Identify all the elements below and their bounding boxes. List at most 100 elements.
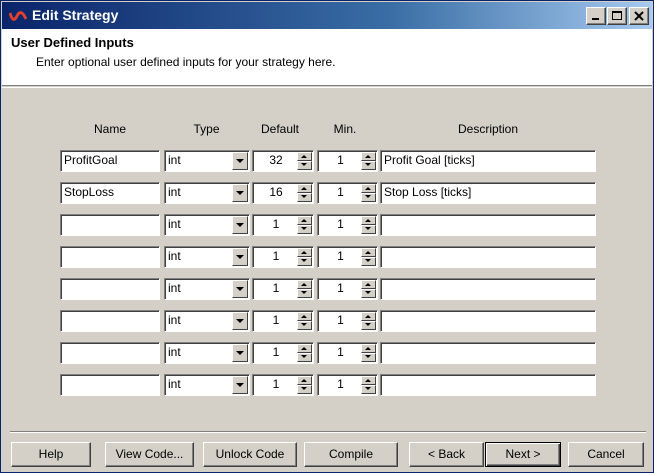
input-default-stepper[interactable]: 1 bbox=[252, 374, 314, 396]
input-description-field[interactable] bbox=[380, 342, 596, 364]
dropdown-arrow-button[interactable] bbox=[232, 344, 248, 362]
maximize-button[interactable] bbox=[607, 7, 627, 25]
decrement-button[interactable] bbox=[297, 385, 312, 394]
input-type-select[interactable]: int bbox=[164, 310, 250, 332]
input-name-field[interactable] bbox=[60, 278, 160, 300]
increment-button[interactable] bbox=[361, 344, 376, 353]
input-type-select[interactable]: int bbox=[164, 374, 250, 396]
increment-button[interactable] bbox=[297, 376, 312, 385]
close-button[interactable] bbox=[629, 7, 649, 25]
input-min-stepper[interactable]: 1 bbox=[317, 246, 378, 268]
default-value[interactable]: 32 bbox=[254, 150, 298, 172]
input-type-select[interactable]: int bbox=[164, 278, 250, 300]
dropdown-arrow-button[interactable] bbox=[232, 248, 248, 266]
min-value[interactable]: 1 bbox=[319, 214, 362, 236]
input-description-field[interactable] bbox=[380, 374, 596, 396]
increment-button[interactable] bbox=[361, 152, 376, 161]
compile-button[interactable]: Compile bbox=[304, 442, 398, 467]
decrement-button[interactable] bbox=[361, 289, 376, 298]
input-min-stepper[interactable]: 1 bbox=[317, 278, 378, 300]
increment-button[interactable] bbox=[297, 312, 312, 321]
increment-button[interactable] bbox=[361, 280, 376, 289]
input-min-stepper[interactable]: 1 bbox=[317, 150, 378, 172]
decrement-button[interactable] bbox=[361, 161, 376, 170]
input-description-field[interactable]: Stop Loss [ticks] bbox=[380, 182, 596, 204]
decrement-button[interactable] bbox=[361, 225, 376, 234]
decrement-button[interactable] bbox=[297, 161, 312, 170]
increment-button[interactable] bbox=[361, 216, 376, 225]
default-value[interactable]: 1 bbox=[254, 214, 298, 236]
min-value[interactable]: 1 bbox=[319, 278, 362, 300]
input-description-field[interactable] bbox=[380, 214, 596, 236]
input-default-stepper[interactable]: 1 bbox=[252, 246, 314, 268]
default-value[interactable]: 1 bbox=[254, 278, 298, 300]
input-name-field[interactable] bbox=[60, 342, 160, 364]
increment-button[interactable] bbox=[297, 184, 312, 193]
dropdown-arrow-button[interactable] bbox=[232, 312, 248, 330]
input-default-stepper[interactable]: 32 bbox=[252, 150, 314, 172]
decrement-button[interactable] bbox=[297, 193, 312, 202]
input-name-field[interactable] bbox=[60, 374, 160, 396]
input-type-select[interactable]: int bbox=[164, 342, 250, 364]
dropdown-arrow-button[interactable] bbox=[232, 184, 248, 202]
input-default-stepper[interactable]: 1 bbox=[252, 278, 314, 300]
decrement-button[interactable] bbox=[361, 353, 376, 362]
min-value[interactable]: 1 bbox=[319, 310, 362, 332]
title-bar[interactable]: Edit Strategy bbox=[2, 2, 652, 29]
default-value[interactable]: 1 bbox=[254, 310, 298, 332]
min-value[interactable]: 1 bbox=[319, 374, 362, 396]
decrement-button[interactable] bbox=[297, 353, 312, 362]
back-button[interactable]: < Back bbox=[409, 442, 484, 467]
input-name-field[interactable] bbox=[60, 214, 160, 236]
decrement-button[interactable] bbox=[297, 321, 312, 330]
input-type-select[interactable]: int bbox=[164, 150, 250, 172]
default-value[interactable]: 1 bbox=[254, 246, 298, 268]
dropdown-arrow-button[interactable] bbox=[232, 376, 248, 394]
input-type-select[interactable]: int bbox=[164, 214, 250, 236]
dropdown-arrow-button[interactable] bbox=[232, 280, 248, 298]
input-description-field[interactable] bbox=[380, 310, 596, 332]
input-name-field[interactable]: ProfitGoal bbox=[60, 150, 160, 172]
default-value[interactable]: 1 bbox=[254, 374, 298, 396]
help-button[interactable]: Help bbox=[11, 442, 91, 467]
input-default-stepper[interactable]: 1 bbox=[252, 310, 314, 332]
increment-button[interactable] bbox=[361, 184, 376, 193]
decrement-button[interactable] bbox=[297, 225, 312, 234]
unlock-code-button[interactable]: Unlock Code bbox=[203, 442, 297, 467]
input-description-field[interactable] bbox=[380, 246, 596, 268]
default-value[interactable]: 1 bbox=[254, 342, 298, 364]
increment-button[interactable] bbox=[297, 280, 312, 289]
input-name-field[interactable] bbox=[60, 310, 160, 332]
increment-button[interactable] bbox=[361, 248, 376, 257]
input-min-stepper[interactable]: 1 bbox=[317, 214, 378, 236]
increment-button[interactable] bbox=[297, 344, 312, 353]
min-value[interactable]: 1 bbox=[319, 342, 362, 364]
min-value[interactable]: 1 bbox=[319, 182, 362, 204]
increment-button[interactable] bbox=[297, 216, 312, 225]
input-min-stepper[interactable]: 1 bbox=[317, 182, 378, 204]
dropdown-arrow-button[interactable] bbox=[232, 216, 248, 234]
view-code-button[interactable]: View Code... bbox=[105, 442, 194, 467]
input-name-field[interactable] bbox=[60, 246, 160, 268]
decrement-button[interactable] bbox=[361, 257, 376, 266]
decrement-button[interactable] bbox=[297, 289, 312, 298]
input-min-stepper[interactable]: 1 bbox=[317, 310, 378, 332]
min-value[interactable]: 1 bbox=[319, 246, 362, 268]
decrement-button[interactable] bbox=[297, 257, 312, 266]
input-type-select[interactable]: int bbox=[164, 246, 250, 268]
decrement-button[interactable] bbox=[361, 321, 376, 330]
decrement-button[interactable] bbox=[361, 385, 376, 394]
default-value[interactable]: 16 bbox=[254, 182, 298, 204]
input-name-field[interactable]: StopLoss bbox=[60, 182, 160, 204]
minimize-button[interactable] bbox=[586, 7, 606, 25]
input-default-stepper[interactable]: 16 bbox=[252, 182, 314, 204]
increment-button[interactable] bbox=[361, 312, 376, 321]
input-min-stepper[interactable]: 1 bbox=[317, 374, 378, 396]
increment-button[interactable] bbox=[297, 248, 312, 257]
decrement-button[interactable] bbox=[361, 193, 376, 202]
input-description-field[interactable] bbox=[380, 278, 596, 300]
input-min-stepper[interactable]: 1 bbox=[317, 342, 378, 364]
input-type-select[interactable]: int bbox=[164, 182, 250, 204]
cancel-button[interactable]: Cancel bbox=[568, 442, 644, 467]
input-description-field[interactable]: Profit Goal [ticks] bbox=[380, 150, 596, 172]
